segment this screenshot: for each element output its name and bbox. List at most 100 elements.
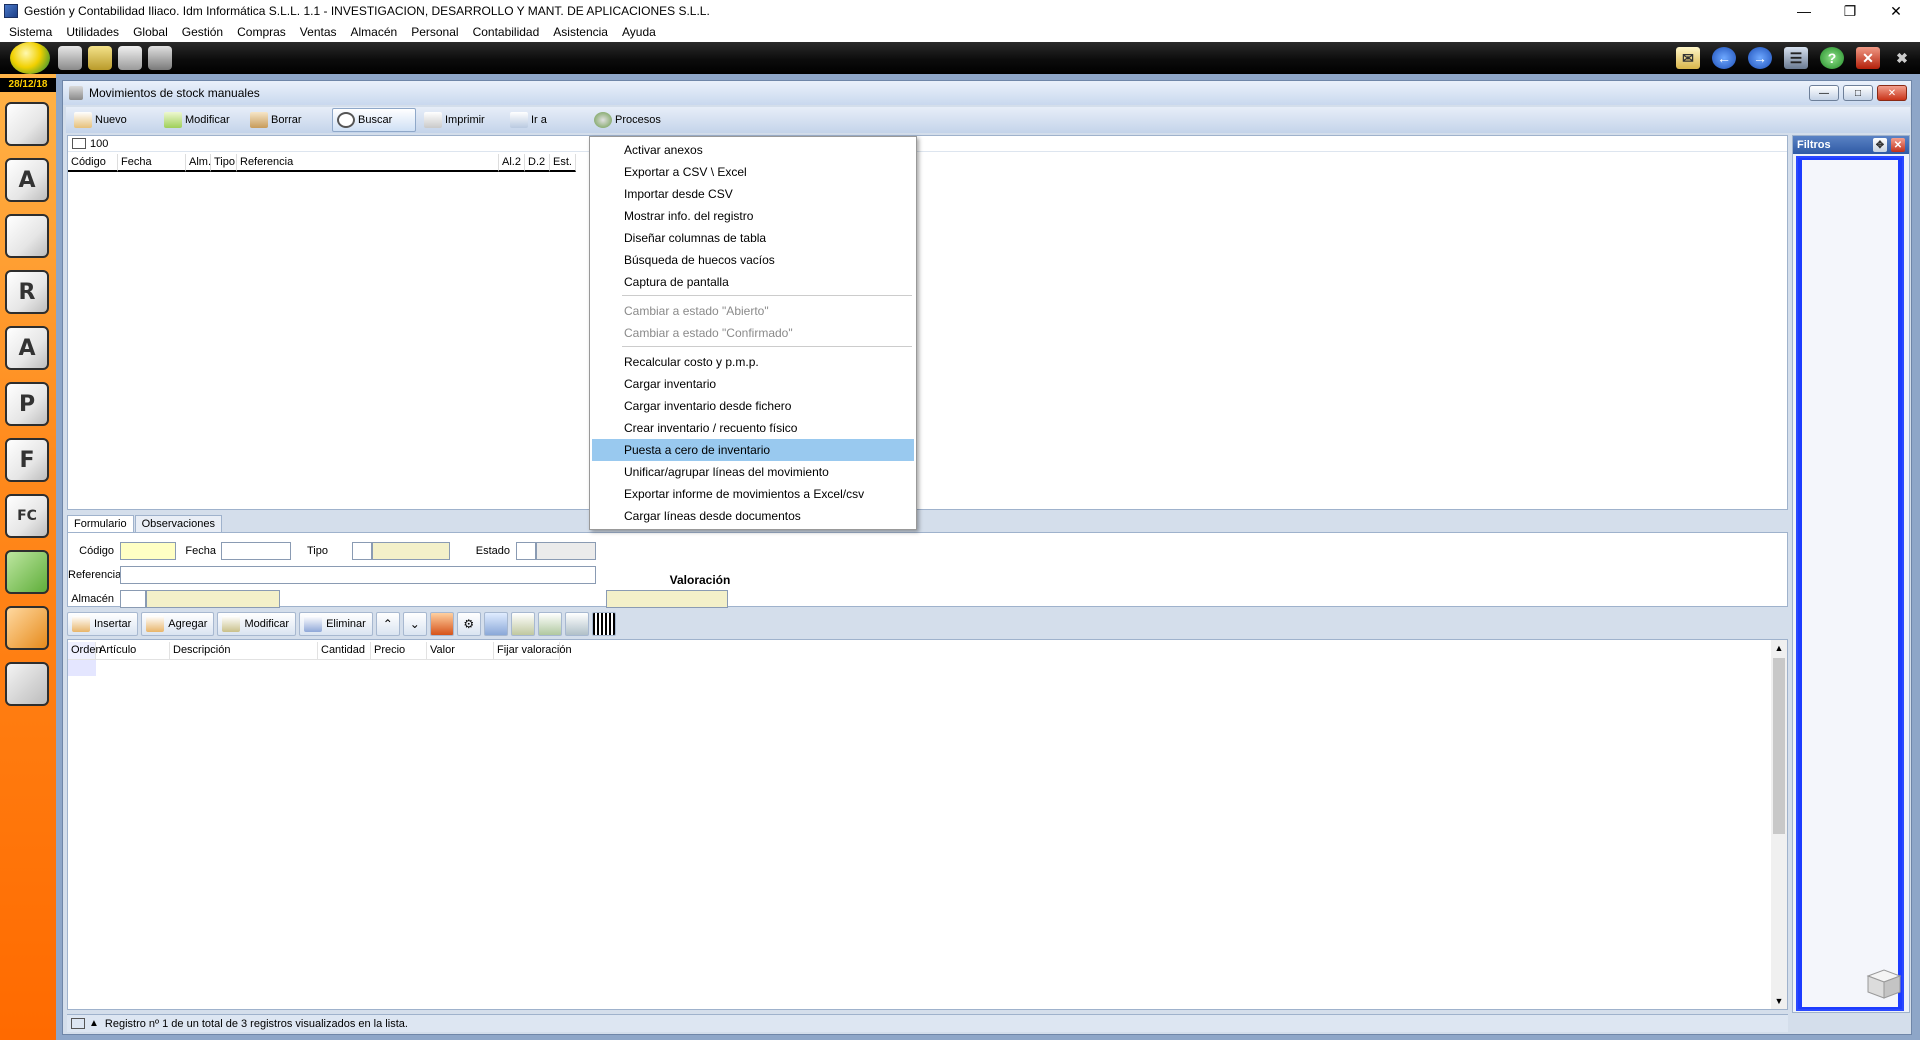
menu-almacen[interactable]: Almacén bbox=[344, 25, 405, 39]
sidebar-articles-icon[interactable]: A bbox=[5, 158, 49, 202]
mail-icon[interactable]: ✉ bbox=[1676, 47, 1700, 69]
users-icon[interactable] bbox=[148, 46, 172, 70]
sidebar-agent-icon[interactable]: A bbox=[5, 326, 49, 370]
sidebar-fc-icon[interactable]: FC bbox=[5, 494, 49, 538]
settings-icon[interactable] bbox=[88, 46, 112, 70]
menu-ayuda[interactable]: Ayuda bbox=[615, 25, 663, 39]
scroll-down-icon[interactable]: ▼ bbox=[1771, 993, 1787, 1009]
menu-personal[interactable]: Personal bbox=[404, 25, 465, 39]
lines-grid[interactable]: Orden Artículo Descripción Cantidad Prec… bbox=[67, 639, 1788, 1010]
back-arrow-icon[interactable]: ← bbox=[1712, 47, 1736, 69]
referencia-field[interactable] bbox=[120, 566, 596, 584]
gear-tool-icon[interactable]: ⚙ bbox=[456, 612, 481, 636]
imprimir-button[interactable]: Imprimir bbox=[420, 108, 485, 132]
filters-close-icon[interactable]: ✕ bbox=[1891, 138, 1905, 152]
procesos-button[interactable]: Procesos bbox=[590, 108, 661, 132]
menu-exportar-csv[interactable]: Exportar a CSV \ Excel bbox=[592, 161, 914, 183]
column-header-codigo[interactable]: Código bbox=[68, 154, 118, 172]
column-header-fecha[interactable]: Fecha bbox=[118, 154, 186, 172]
menu-mostrar-info[interactable]: Mostrar info. del registro bbox=[592, 205, 914, 227]
fecha-field[interactable] bbox=[221, 542, 291, 560]
borrar-button[interactable]: Borrar bbox=[246, 108, 302, 132]
menu-importar-csv[interactable]: Importar desde CSV bbox=[592, 183, 914, 205]
child-minimize-button[interactable]: — bbox=[1809, 85, 1839, 101]
menu-asistencia[interactable]: Asistencia bbox=[546, 25, 615, 39]
home-orb-icon[interactable] bbox=[10, 42, 50, 74]
estado-code-field[interactable] bbox=[516, 542, 536, 560]
exit-tools-icon[interactable]: ✖ bbox=[1890, 47, 1914, 69]
insertar-button[interactable]: Insertar bbox=[67, 612, 139, 636]
column-header-est[interactable]: Est. bbox=[550, 154, 576, 172]
modificar-button[interactable]: Modificar bbox=[160, 108, 230, 132]
column-header-orden[interactable]: Orden bbox=[68, 642, 102, 660]
article-chart-icon[interactable] bbox=[537, 612, 562, 636]
grid-options-icon[interactable] bbox=[72, 138, 86, 149]
agregar-button[interactable]: Agregar bbox=[141, 612, 215, 636]
sidebar-client-icon[interactable] bbox=[5, 214, 49, 258]
nuevo-button[interactable]: Nuevo bbox=[70, 108, 127, 132]
child-maximize-button[interactable]: □ bbox=[1843, 85, 1873, 101]
forward-arrow-icon[interactable]: → bbox=[1748, 47, 1772, 69]
menu-captura-pantalla[interactable]: Captura de pantalla bbox=[592, 271, 914, 293]
help-icon[interactable]: ? bbox=[1820, 47, 1844, 69]
almacen-code-field[interactable] bbox=[120, 590, 146, 608]
sidebar-p-icon[interactable]: P bbox=[5, 382, 49, 426]
column-header-d2[interactable]: D.2 bbox=[525, 154, 550, 172]
status-grid-icon[interactable] bbox=[71, 1018, 85, 1029]
codigo-field[interactable] bbox=[120, 542, 176, 560]
column-header-descripcion[interactable]: Descripción bbox=[170, 642, 318, 660]
column-header-alm[interactable]: Alm. bbox=[186, 154, 211, 172]
article-s-icon[interactable] bbox=[564, 612, 589, 636]
menu-sistema[interactable]: Sistema bbox=[2, 25, 59, 39]
restore-button[interactable]: ❐ bbox=[1828, 0, 1872, 22]
status-up-icon[interactable]: ▲ bbox=[89, 1018, 99, 1029]
sidebar-orange-bag-icon[interactable] bbox=[5, 606, 49, 650]
column-header-tipo[interactable]: Tipo bbox=[211, 154, 237, 172]
column-header-articulo[interactable]: Artículo bbox=[96, 642, 170, 660]
menu-contabilidad[interactable]: Contabilidad bbox=[466, 25, 547, 39]
buscar-button[interactable]: Buscar bbox=[332, 108, 416, 132]
article-a-icon[interactable] bbox=[510, 612, 535, 636]
minimize-button[interactable]: — bbox=[1782, 0, 1826, 22]
sidebar-representative-icon[interactable]: R bbox=[5, 270, 49, 314]
calculator-icon[interactable] bbox=[58, 46, 82, 70]
lines-scrollbar[interactable]: ▲ ▼ bbox=[1771, 640, 1787, 1009]
books-icon[interactable] bbox=[429, 612, 454, 636]
modificar-line-button[interactable]: Modificar bbox=[217, 612, 297, 636]
pin-icon[interactable]: ✥ bbox=[1873, 138, 1887, 152]
menu-exportar-informe[interactable]: Exportar informe de movimientos a Excel/… bbox=[592, 483, 914, 505]
menu-busqueda-huecos[interactable]: Búsqueda de huecos vacíos bbox=[592, 249, 914, 271]
column-header-valor[interactable]: Valor bbox=[427, 642, 494, 660]
column-header-fijar-valoracion[interactable]: Fijar valoración bbox=[494, 642, 572, 660]
menu-unificar-lineas[interactable]: Unificar/agrupar líneas del movimiento bbox=[592, 461, 914, 483]
menu-gestion[interactable]: Gestión bbox=[175, 25, 230, 39]
row-selector[interactable] bbox=[68, 660, 96, 676]
document-tool-icon[interactable] bbox=[483, 612, 508, 636]
menu-global[interactable]: Global bbox=[126, 25, 175, 39]
barcode-icon[interactable] bbox=[591, 612, 616, 636]
tile-windows-icon[interactable]: ☰ bbox=[1784, 47, 1808, 69]
menu-recalcular-costo[interactable]: Recalcular costo y p.m.p. bbox=[592, 351, 914, 373]
column-header-cantidad[interactable]: Cantidad bbox=[318, 642, 371, 660]
menu-utilidades[interactable]: Utilidades bbox=[59, 25, 126, 39]
records-grid[interactable]: 100 Código Fecha Alm. Tipo Referencia Al… bbox=[67, 135, 1788, 510]
column-header-al2[interactable]: Al.2 bbox=[499, 154, 525, 172]
move-down-icon[interactable]: ⌄ bbox=[402, 612, 427, 636]
menu-cargar-lineas[interactable]: Cargar líneas desde documentos bbox=[592, 505, 914, 527]
sidebar-green-bag-icon[interactable] bbox=[5, 550, 49, 594]
sidebar-f-icon[interactable]: F bbox=[5, 438, 49, 482]
tipo-code-field[interactable] bbox=[352, 542, 372, 560]
column-header-precio[interactable]: Precio bbox=[371, 642, 427, 660]
sidebar-users-icon[interactable] bbox=[5, 102, 49, 146]
menu-disenar-columnas[interactable]: Diseñar columnas de tabla bbox=[592, 227, 914, 249]
close-button[interactable]: ✕ bbox=[1874, 0, 1918, 22]
menu-cargar-inventario[interactable]: Cargar inventario bbox=[592, 373, 914, 395]
menu-cargar-inventario-fichero[interactable]: Cargar inventario desde fichero bbox=[592, 395, 914, 417]
scroll-up-icon[interactable]: ▲ bbox=[1771, 640, 1787, 656]
notes-icon[interactable] bbox=[118, 46, 142, 70]
eliminar-button[interactable]: Eliminar bbox=[299, 612, 373, 636]
column-header-referencia[interactable]: Referencia bbox=[237, 154, 499, 172]
move-up-icon[interactable]: ⌃ bbox=[375, 612, 400, 636]
tab-formulario[interactable]: Formulario bbox=[67, 515, 134, 533]
menu-activar-anexos[interactable]: Activar anexos bbox=[592, 139, 914, 161]
